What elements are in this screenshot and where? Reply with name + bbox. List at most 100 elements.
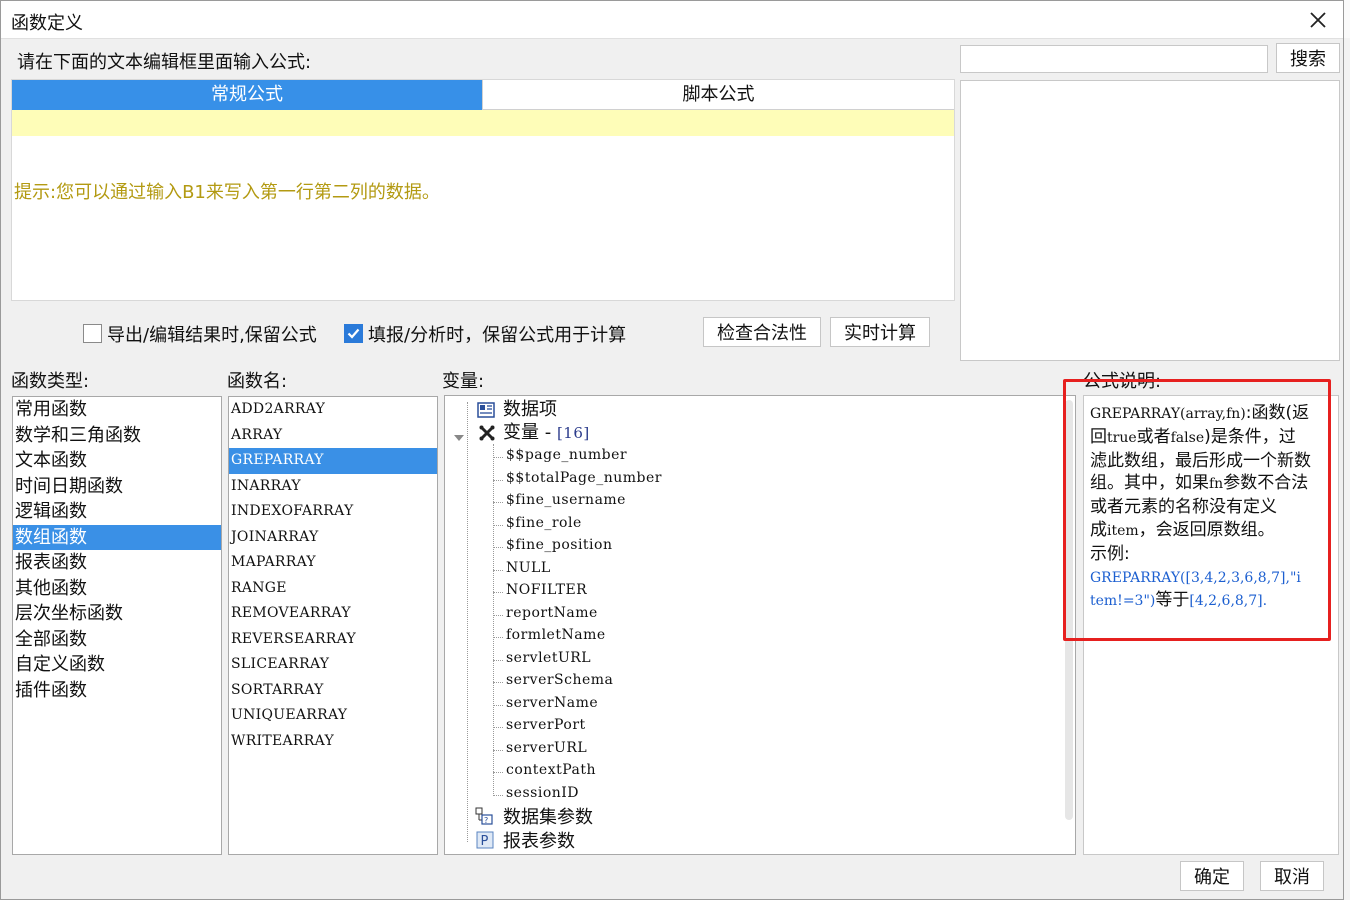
collapse-arrow-icon[interactable] [453, 429, 465, 441]
search-button[interactable]: 搜索 [1276, 43, 1340, 73]
func-name-item[interactable]: JOINARRAY [229, 525, 437, 551]
tree-connector [493, 615, 503, 616]
keep-formula-fill-label: 填报/分析时，保留公式用于计算 [368, 325, 627, 346]
realtime-calc-button[interactable]: 实时计算 [830, 317, 930, 347]
func-type-item[interactable]: 全部函数 [13, 627, 221, 653]
tree-variable-item[interactable]: reportName [506, 602, 598, 625]
desc-part: false [1170, 429, 1205, 446]
variables-group-sep: - [539, 422, 557, 443]
func-type-item[interactable]: 常用函数 [13, 397, 221, 423]
function-definition-dialog: 函数定义 请在下面的文本编辑框里面输入公式: 常规公式 脚本公式 提示:您可以通… [0, 0, 1344, 900]
tree-connector [493, 480, 503, 481]
desc-part: 组。其中，如果 [1090, 473, 1209, 494]
func-type-item[interactable]: 层次坐标函数 [13, 601, 221, 627]
func-name-item[interactable]: SLICEARRAY [229, 652, 437, 678]
tree-variable-item[interactable]: $fine_username [506, 489, 626, 512]
tree-variable-item[interactable]: $fine_role [506, 512, 582, 535]
tab-script-formula[interactable]: 脚本公式 [482, 80, 954, 110]
variables-tree[interactable]: 数据项 变量 - [16] $$page_number $$totalPage_… [444, 395, 1076, 855]
desc-part: tem!=3") [1090, 593, 1156, 610]
func-type-item[interactable]: 报表函数 [13, 550, 221, 576]
tree-variable-item[interactable]: NULL [506, 557, 551, 580]
tree-connector [493, 727, 503, 728]
tree-variable-item[interactable]: serverURL [506, 737, 587, 760]
variables-count: [16] [556, 424, 590, 442]
func-name-item[interactable]: INARRAY [229, 474, 437, 500]
tree-node-data-items[interactable]: 数据项 [503, 398, 557, 421]
desc-part: fn [1209, 476, 1224, 493]
formula-hint: 提示:您可以通过输入B1来写入第一行第二列的数据。 [14, 182, 440, 203]
ok-button[interactable]: 确定 [1180, 861, 1244, 891]
desc-part: 或者 [1136, 426, 1171, 447]
tree-node-report-params[interactable]: 报表参数 [503, 830, 575, 853]
cancel-button[interactable]: 取消 [1260, 861, 1324, 891]
keep-formula-export-label: 导出/编辑结果时,保留公式 [107, 325, 317, 346]
tree-connector [467, 402, 468, 842]
desc-part: [3,4,2,3,6,8,7] [1185, 569, 1286, 586]
func-type-item[interactable]: 自定义函数 [13, 652, 221, 678]
formula-editor-area: 常规公式 脚本公式 提示:您可以通过输入B1来写入第一行第二列的数据。 [11, 79, 955, 301]
tree-node-variables[interactable]: 变量 - [16] [503, 421, 590, 444]
check-validity-button[interactable]: 检查合法性 [703, 317, 821, 347]
func-name-list[interactable]: ADD2ARRAY ARRAY GREPARRAY INARRAY INDEXO… [228, 396, 438, 855]
tree-variable-item[interactable]: $fine_position [506, 534, 612, 557]
desc-part: ，会返回原数组。 [1138, 519, 1275, 540]
tree-connector [493, 592, 503, 593]
tree-variable-item[interactable]: contextPath [506, 759, 596, 782]
func-type-item[interactable]: 时间日期函数 [13, 474, 221, 500]
func-name-item[interactable]: REVERSEARRAY [229, 627, 437, 653]
tree-variable-item[interactable]: $$totalPage_number [506, 467, 662, 490]
tree-variable-item[interactable]: servletURL [506, 647, 591, 670]
tree-connector [493, 570, 503, 571]
keep-formula-export-checkbox[interactable] [83, 324, 102, 343]
variables-group-label: 变量 [503, 422, 539, 443]
func-name-item[interactable]: ARRAY [229, 423, 437, 449]
func-name-item[interactable]: REMOVEARRAY [229, 601, 437, 627]
dataset-param-icon: ? [475, 807, 493, 825]
desc-part: GREPARRAY(array,fn) [1090, 406, 1246, 422]
desc-part: :函数(返 [1245, 403, 1310, 423]
tree-variable-item[interactable]: sessionID [506, 782, 579, 805]
func-name-item[interactable]: RANGE [229, 576, 437, 602]
func-name-label: 函数名: [227, 371, 288, 392]
tree-variable-item[interactable]: serverPort [506, 714, 586, 737]
variables-label: 变量: [442, 371, 485, 392]
func-type-item[interactable]: 其他函数 [13, 576, 221, 602]
func-name-item[interactable]: ADD2ARRAY [229, 397, 437, 423]
keep-formula-fill-checkbox[interactable] [344, 324, 363, 343]
func-type-item[interactable]: 数学和三角函数 [13, 423, 221, 449]
dialog-title: 函数定义 [11, 13, 83, 34]
func-name-item[interactable]: UNIQUEARRAY [229, 703, 437, 729]
func-type-item[interactable]: 插件函数 [13, 678, 221, 704]
tree-connector [493, 750, 503, 751]
desc-part: 示例: [1090, 543, 1130, 564]
search-result-list[interactable] [960, 80, 1340, 361]
formula-input[interactable] [12, 110, 954, 136]
func-name-item[interactable]: SORTARRAY [229, 678, 437, 704]
tab-normal-formula[interactable]: 常规公式 [12, 80, 482, 110]
func-name-item[interactable]: MAPARRAY [229, 550, 437, 576]
func-type-item-selected[interactable]: 数组函数 [13, 524, 221, 550]
tree-variable-item[interactable]: NOFILTER [506, 579, 587, 602]
desc-part: 回 [1090, 426, 1107, 447]
close-icon[interactable] [1305, 7, 1331, 33]
func-name-item[interactable]: INDEXOFARRAY [229, 499, 437, 525]
tree-variable-item[interactable]: serverName [506, 692, 598, 715]
func-type-item[interactable]: 逻辑函数 [13, 499, 221, 525]
search-input[interactable] [960, 45, 1268, 73]
tree-variable-item[interactable]: $$page_number [506, 444, 627, 467]
tree-variable-item[interactable]: formletName [506, 624, 606, 647]
func-name-item-selected[interactable]: GREPARRAY [229, 448, 437, 474]
func-type-item[interactable]: 文本函数 [13, 448, 221, 474]
tree-connector [493, 547, 503, 548]
func-name-item[interactable]: WRITEARRAY [229, 729, 437, 755]
editor-prompt: 请在下面的文本编辑框里面输入公式: [17, 52, 312, 73]
tree-connector [493, 525, 503, 526]
variables-scrollbar[interactable] [1065, 400, 1073, 820]
tree-variable-item[interactable]: serverSchema [506, 669, 613, 692]
func-type-list[interactable]: 常用函数 数学和三角函数 文本函数 时间日期函数 逻辑函数 数组函数 报表函数 … [12, 396, 222, 855]
tree-node-dataset-params[interactable]: 数据集参数 [503, 806, 593, 829]
svg-text:?: ? [484, 816, 488, 825]
variable-group-icon [478, 424, 496, 442]
desc-part: GREPARRAY( [1090, 569, 1186, 586]
